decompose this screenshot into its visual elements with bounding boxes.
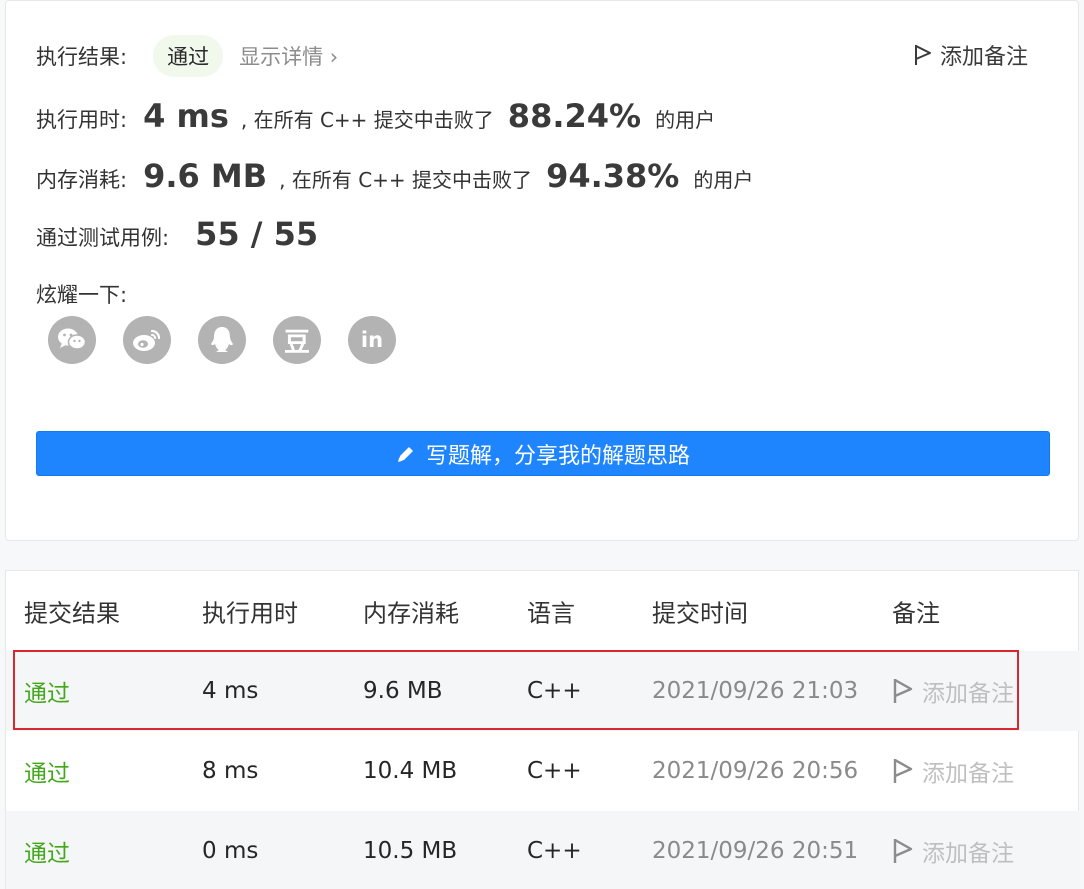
row-memory: 10.4 MB <box>363 758 458 784</box>
row-submit-time: 2021/09/26 20:56 <box>652 758 859 784</box>
douban-glyph: 豆 <box>283 327 310 358</box>
row-language: C++ <box>527 838 582 864</box>
runtime-row: 执行用时: 4 ms , 在所有 C++ 提交中击败了 88.24% 的用户 <box>36 97 715 135</box>
row-runtime: 0 ms <box>202 838 259 864</box>
tests-label: 通过测试用例: <box>36 226 170 250</box>
show-details-link[interactable]: 显示详情 › <box>239 41 338 71</box>
table-row[interactable]: 通过 8 ms 10.4 MB C++ 2021/09/26 20:56 添加备… <box>6 731 1080 811</box>
qq-icon[interactable] <box>198 316 246 364</box>
memory-row: 内存消耗: 9.6 MB , 在所有 C++ 提交中击败了 94.38% 的用户 <box>36 157 753 195</box>
table-row[interactable]: 通过 0 ms 10.5 MB C++ 2021/09/26 20:51 添加备… <box>6 811 1080 889</box>
submissions-table: 提交结果 执行用时 内存消耗 语言 提交时间 备注 通过 4 ms 9.6 MB… <box>5 570 1080 889</box>
memory-value: 9.6 MB <box>143 157 268 195</box>
linkedin-icon[interactable]: in <box>348 316 396 364</box>
row-result-link[interactable]: 通过 <box>24 674 70 708</box>
runtime-percentile: 88.24% <box>507 97 642 135</box>
runtime-desc: , 在所有 C++ 提交中击败了 <box>240 108 494 132</box>
flag-icon <box>893 758 913 783</box>
pencil-icon <box>397 446 413 462</box>
row-add-note-button[interactable]: 添加备注 <box>892 834 1014 868</box>
row-memory: 10.5 MB <box>363 838 458 864</box>
weibo-icon[interactable] <box>123 316 171 364</box>
tests-row: 通过测试用例: 55 / 55 <box>36 215 318 253</box>
table-header: 提交结果 执行用时 内存消耗 语言 提交时间 备注 <box>6 571 1080 651</box>
row-language: C++ <box>527 758 582 784</box>
table-row[interactable]: 通过 4 ms 9.6 MB C++ 2021/09/26 21:03 添加备注 <box>6 651 1080 731</box>
row-runtime: 4 ms <box>202 678 259 704</box>
runtime-value: 4 ms <box>143 97 229 135</box>
row-add-note-button[interactable]: 添加备注 <box>892 754 1014 788</box>
show-details-label: 显示详情 <box>239 45 324 69</box>
row-add-note-label: 添加备注 <box>922 761 1014 787</box>
flag-icon <box>914 45 931 65</box>
tests-value: 55 / 55 <box>195 215 319 253</box>
flag-icon <box>893 678 913 703</box>
add-note-label: 添加备注 <box>939 45 1028 70</box>
chevron-right-icon: › <box>329 45 339 69</box>
row-memory: 9.6 MB <box>363 678 443 704</box>
memory-desc: , 在所有 C++ 提交中击败了 <box>279 168 533 192</box>
memory-tail: 的用户 <box>693 168 754 192</box>
runtime-label: 执行用时: <box>36 108 128 132</box>
result-badge: 通过 <box>153 35 224 77</box>
share-row: 炫耀一下: <box>36 279 127 309</box>
row-runtime: 8 ms <box>202 758 259 784</box>
memory-label: 内存消耗: <box>36 168 128 192</box>
header-submit-time: 提交时间 <box>652 599 748 628</box>
runtime-tail: 的用户 <box>655 108 716 132</box>
add-note-button[interactable]: 添加备注 <box>914 39 1028 71</box>
row-result-link[interactable]: 通过 <box>24 754 70 788</box>
memory-percentile: 94.38% <box>546 157 680 195</box>
header-runtime: 执行用时 <box>202 599 298 628</box>
result-row: 执行结果: 通过 显示详情 › <box>36 35 338 77</box>
header-note: 备注 <box>892 599 940 628</box>
header-language: 语言 <box>527 599 575 628</box>
result-label: 执行结果: <box>36 45 128 69</box>
header-result: 提交结果 <box>24 599 120 628</box>
share-label: 炫耀一下: <box>36 283 128 307</box>
row-language: C++ <box>527 678 582 704</box>
row-add-note-label: 添加备注 <box>922 681 1014 707</box>
row-add-note-label: 添加备注 <box>922 841 1014 867</box>
row-add-note-button[interactable]: 添加备注 <box>892 674 1014 708</box>
header-memory: 内存消耗 <box>363 599 459 628</box>
share-buttons: 豆 in <box>48 316 396 364</box>
row-result-link[interactable]: 通过 <box>24 834 70 868</box>
row-submit-time: 2021/09/26 21:03 <box>652 678 859 704</box>
linkedin-glyph: in <box>360 328 384 352</box>
flag-icon <box>893 838 913 863</box>
wechat-icon[interactable] <box>48 316 96 364</box>
write-solution-button[interactable]: 写题解，分享我的解题思路 <box>36 431 1050 476</box>
douban-icon[interactable]: 豆 <box>273 316 321 364</box>
row-submit-time: 2021/09/26 20:51 <box>652 838 859 864</box>
write-solution-label: 写题解，分享我的解题思路 <box>425 443 690 469</box>
submission-result-card: 执行结果: 通过 显示详情 › 添加备注 执行用时: 4 ms , 在所有 C+… <box>5 0 1079 541</box>
